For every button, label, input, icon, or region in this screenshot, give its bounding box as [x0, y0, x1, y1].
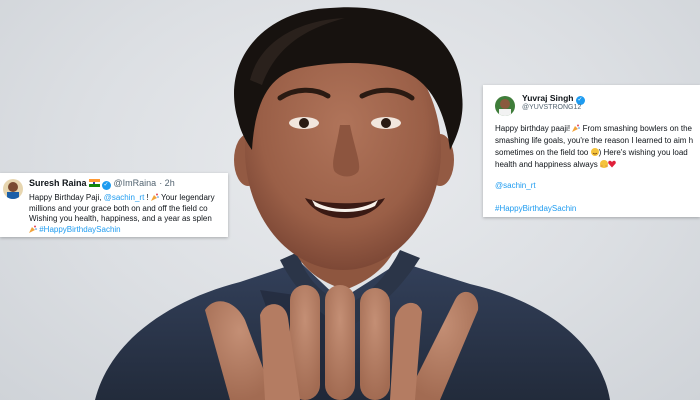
hashtag-link[interactable]: #HappyBirthdaySachin — [39, 225, 120, 234]
author-handle[interactable]: @ImRaina — [114, 178, 157, 188]
photo-background: Suresh Raina ✓ @ImRaina · 2h Happy Birthday… — [0, 0, 700, 400]
hug-face-icon — [599, 160, 608, 168]
text-segment: From smashing bowlers on the — [580, 124, 692, 133]
tweet-text: Happy birthday paaji! From smashing bowl… — [495, 123, 693, 171]
tweet-line: millions and your grace both on and off … — [29, 203, 208, 213]
text-segment: Your legendary — [158, 193, 215, 202]
text-segment: Happy Birthday Paji, — [29, 193, 104, 202]
author-name[interactable]: Yuvraj Singh — [522, 93, 574, 103]
tweet-time: · 2h — [159, 178, 175, 188]
text-segment: sometimes on the field too — [495, 148, 591, 157]
red-heart-icon — [608, 160, 616, 168]
india-flag-icon — [88, 179, 100, 187]
party-popper-icon — [29, 225, 37, 233]
party-popper-icon — [150, 193, 159, 201]
tweet-line: Wishing you health, happiness, and a yea… — [29, 214, 212, 223]
text-segment: health and happiness always — [495, 160, 600, 169]
text-segment: ) Here's wishing you load — [598, 148, 688, 157]
laughing-face-icon — [590, 148, 599, 156]
tweet-text: Happy Birthday Paji, @sachin_rt ! Your l… — [29, 193, 215, 235]
text-segment: Happy birthday paaji! — [495, 124, 573, 133]
verified-badge-icon: ✓ — [101, 181, 111, 190]
mention-link[interactable]: @sachin_rt — [104, 193, 145, 202]
hashtag-link[interactable]: #HappyBirthdaySachin — [495, 204, 576, 213]
author-name[interactable]: Suresh Raina — [29, 178, 87, 188]
avatar — [495, 96, 515, 116]
author-handle[interactable]: @YUVSTRONG12 — [522, 104, 581, 111]
tweet-line: smashing life goals, you're the reason I… — [495, 136, 694, 145]
tweet-card-suresh-raina[interactable]: Suresh Raina ✓ @ImRaina · 2h Happy Birthday… — [0, 173, 228, 237]
avatar — [3, 179, 23, 199]
tweet-card-yuvraj-singh[interactable]: Yuvraj Singh ✓ @YUVSTRONG12 Happy birthda… — [483, 85, 700, 217]
mention-link[interactable]: @sachin_rt — [495, 181, 536, 190]
text-segment: ! — [144, 193, 151, 202]
author-line: Suresh Raina ✓ @ImRaina · 2h — [29, 178, 175, 190]
